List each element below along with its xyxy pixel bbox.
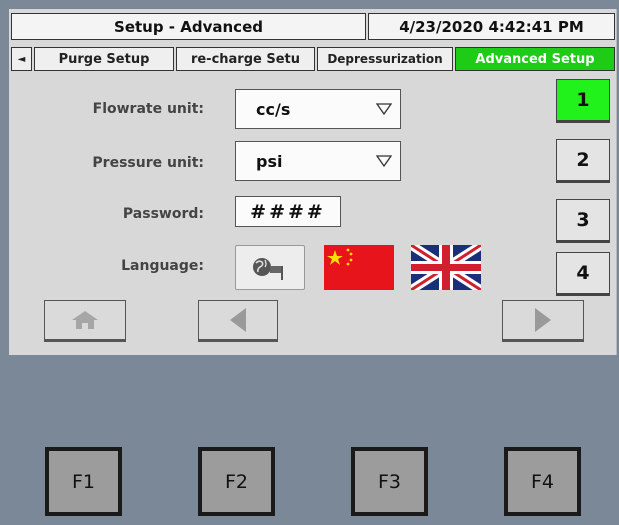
uk-flag-icon xyxy=(408,241,484,294)
tab-advanced-setup[interactable]: Advanced Setup xyxy=(455,47,615,71)
page-1-button[interactable]: 1 xyxy=(556,79,610,123)
tab-bar: ◄ Purge Setup re-charge Setu Depressuriz… xyxy=(11,47,615,71)
page-2-button[interactable]: 2 xyxy=(556,139,610,183)
password-label: Password: xyxy=(122,206,204,222)
hmi-panel: Setup - Advanced 4/23/2020 4:42:41 PM ◄ … xyxy=(0,0,619,525)
tab-purge-setup[interactable]: Purge Setup xyxy=(34,47,174,71)
arrow-left-icon xyxy=(230,308,246,332)
page-3-button[interactable]: 3 xyxy=(556,199,610,243)
password-field[interactable]: #### xyxy=(235,196,341,227)
page-4-button[interactable]: 4 xyxy=(556,252,610,296)
tab-recharge-setup[interactable]: re-charge Setu xyxy=(176,47,315,71)
language-label: Language: xyxy=(121,258,204,274)
datetime-display: 4/23/2020 4:42:41 PM xyxy=(368,13,615,40)
pressure-unit-label: Pressure unit: xyxy=(92,155,204,171)
next-page-button[interactable] xyxy=(502,300,584,342)
language-chinese-button[interactable] xyxy=(324,245,394,290)
previous-page-button[interactable] xyxy=(198,300,278,342)
home-button[interactable] xyxy=(44,300,126,342)
language-globe-button[interactable] xyxy=(235,245,305,290)
language-english-button[interactable] xyxy=(408,241,484,294)
tab-depressurization[interactable]: Depressurization xyxy=(317,47,453,71)
flowrate-unit-select[interactable]: cc/s xyxy=(235,89,401,129)
china-flag-icon xyxy=(324,245,394,290)
arrow-right-icon xyxy=(535,308,551,332)
function-key-f3[interactable]: F3 xyxy=(351,447,428,516)
chevron-down-icon xyxy=(376,155,392,168)
pressure-unit-value: psi xyxy=(256,151,283,171)
function-key-f2[interactable]: F2 xyxy=(198,447,275,516)
home-icon xyxy=(72,311,98,329)
chevron-down-icon xyxy=(376,103,392,116)
flowrate-unit-value: cc/s xyxy=(256,99,291,119)
page-title: Setup - Advanced xyxy=(11,13,366,40)
function-key-f4[interactable]: F4 xyxy=(504,447,581,516)
pressure-unit-select[interactable]: psi xyxy=(235,141,401,181)
flowrate-unit-label: Flowrate unit: xyxy=(92,101,204,117)
tab-scroll-left-button[interactable]: ◄ xyxy=(11,47,32,71)
function-key-f1[interactable]: F1 xyxy=(45,447,122,516)
globe-icon xyxy=(253,257,283,280)
hmi-screen: Setup - Advanced 4/23/2020 4:42:41 PM ◄ … xyxy=(9,9,617,355)
